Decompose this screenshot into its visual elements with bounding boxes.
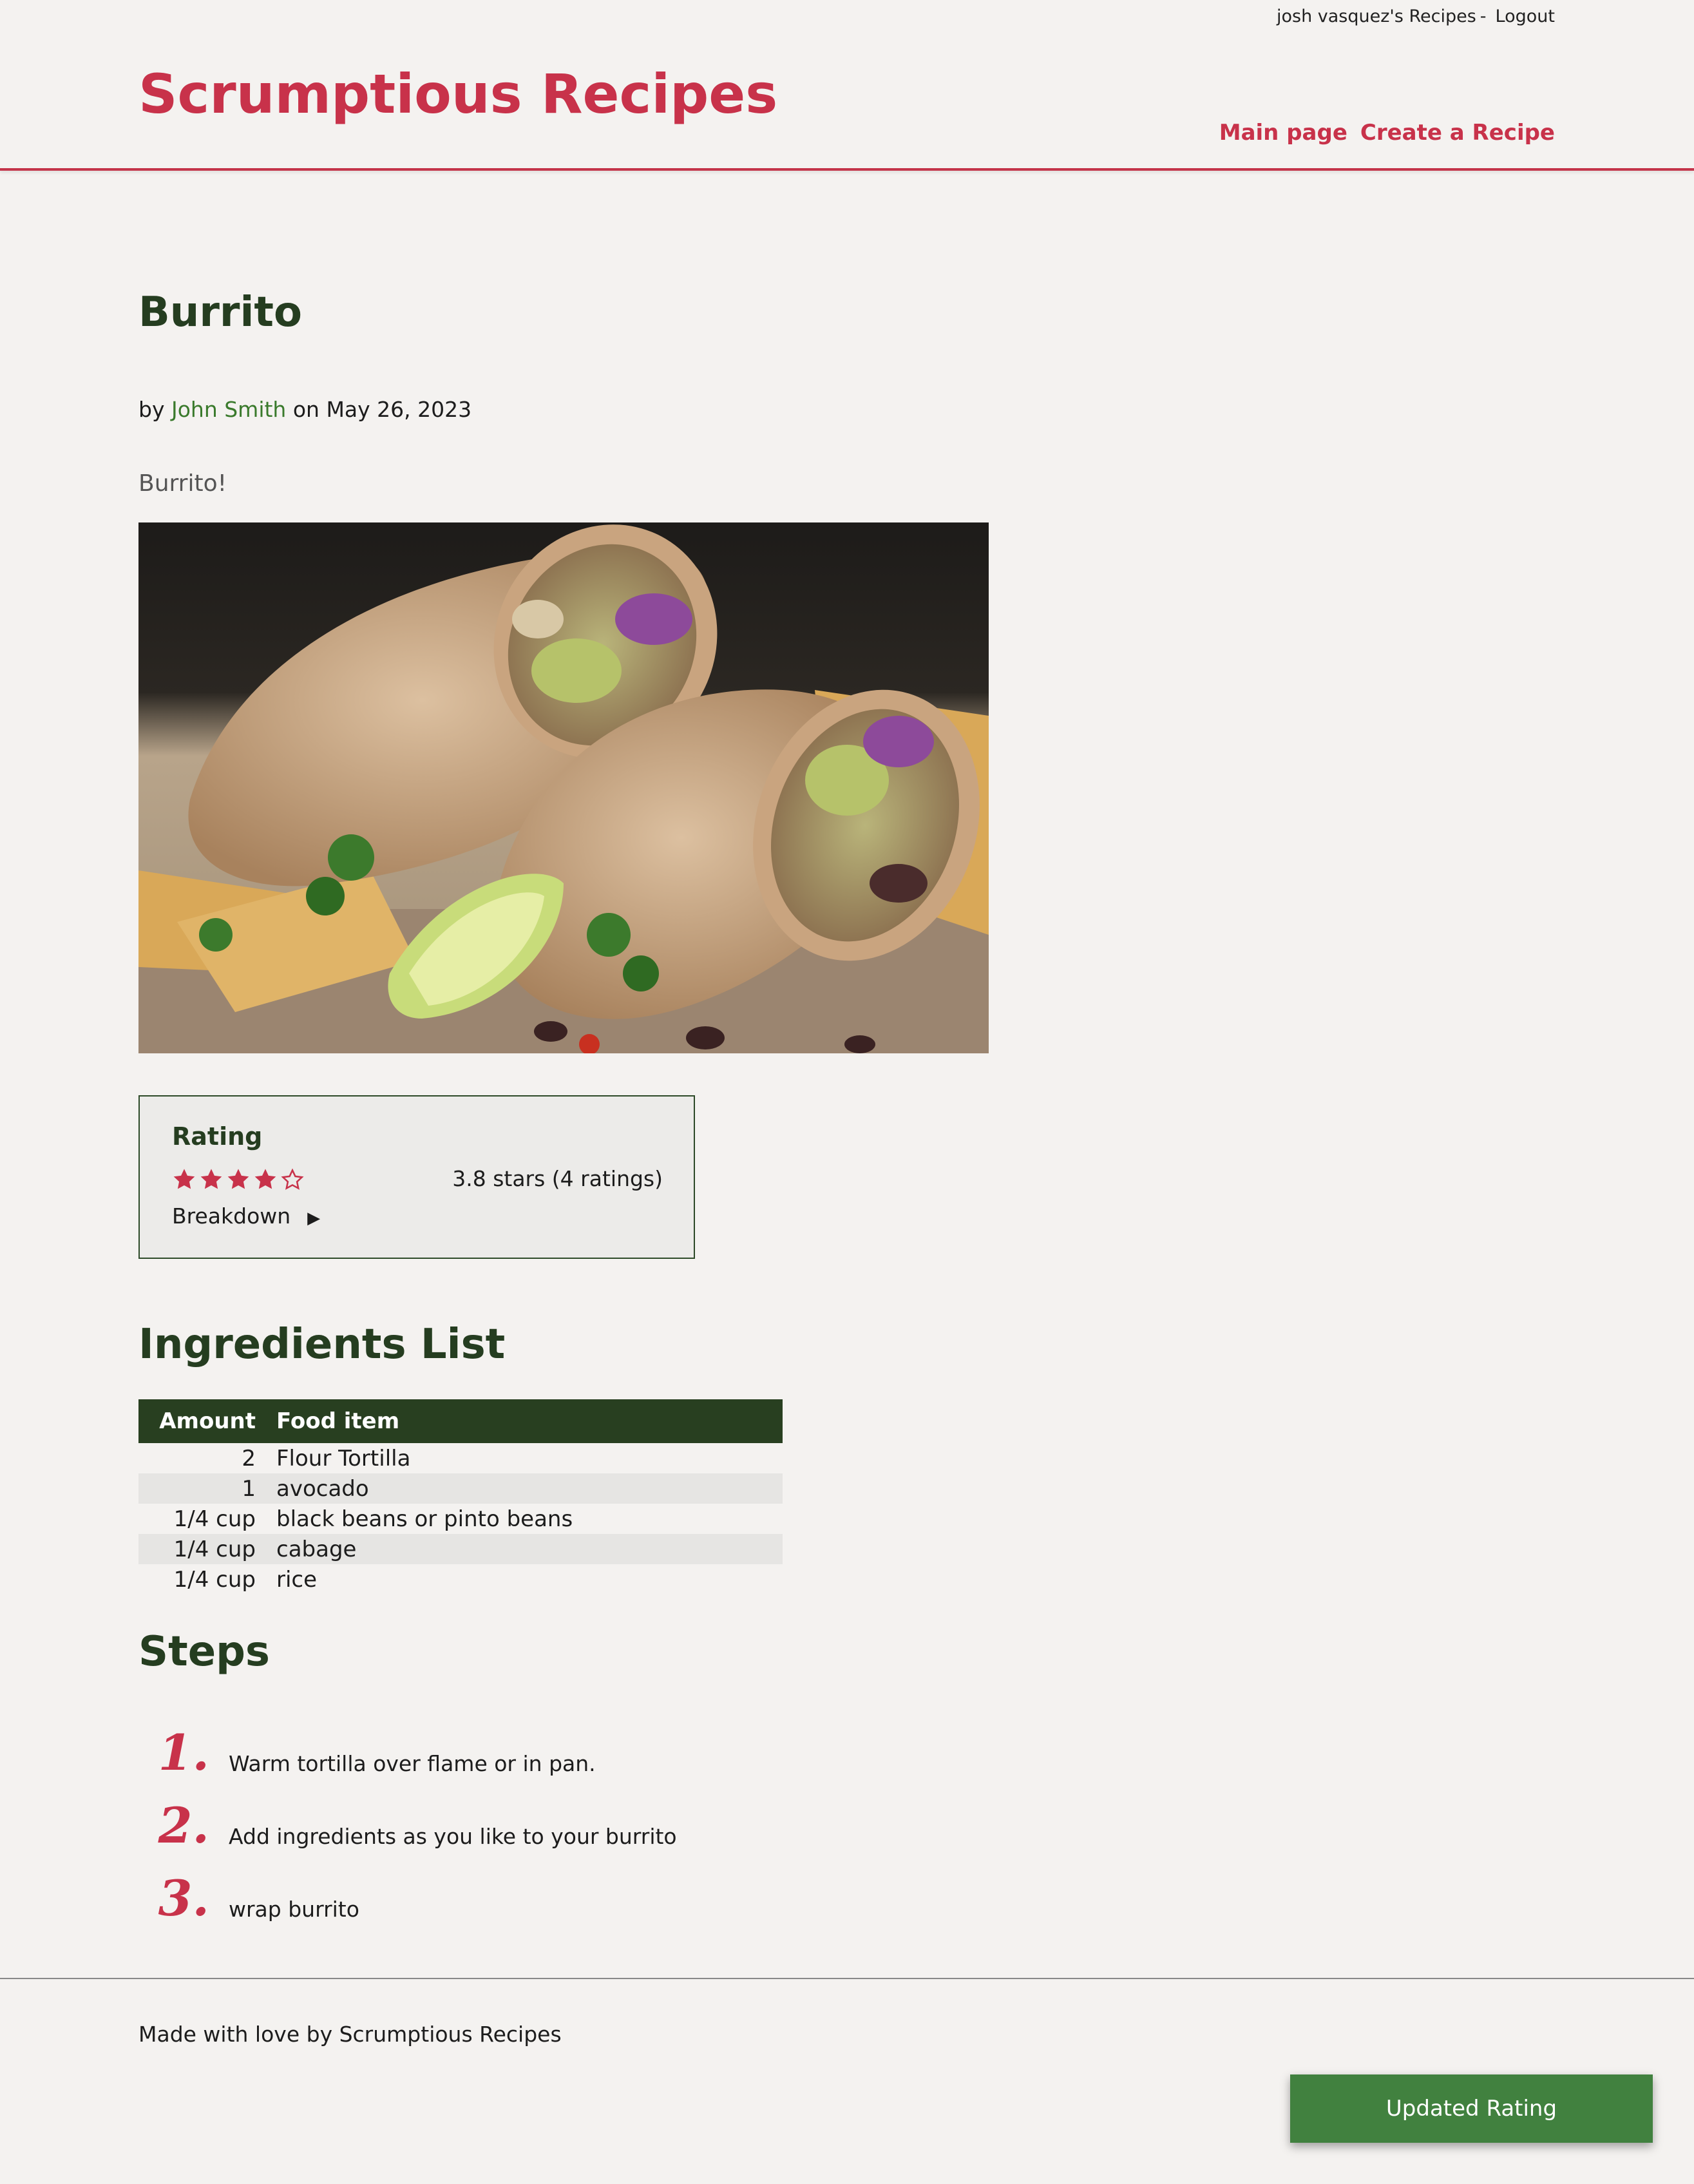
- step-text: wrap burrito: [229, 1897, 359, 1922]
- ingredient-amount: 1: [138, 1473, 276, 1504]
- rating-summary: 3.8 stars (4 ratings): [452, 1166, 663, 1191]
- table-row: 1/4 cup rice: [138, 1564, 783, 1595]
- recipe-description: Burrito!: [138, 470, 227, 497]
- column-header-food: Food item: [276, 1399, 783, 1443]
- ingredient-amount: 2: [242, 1445, 256, 1471]
- ingredient-name: avocado: [276, 1473, 783, 1504]
- star-filled-icon[interactable]: [172, 1167, 196, 1192]
- breakdown-label: Breakdown: [172, 1203, 291, 1229]
- ingredients-header-row: Amount Food item: [138, 1399, 783, 1443]
- recipe-byline: by John Smith on May 26, 2023: [138, 397, 471, 422]
- table-row: 2 Flour Tortilla: [138, 1443, 783, 1473]
- byline-by: by: [138, 397, 165, 422]
- author-link[interactable]: John Smith: [171, 397, 286, 422]
- star-filled-icon[interactable]: [226, 1167, 251, 1192]
- ingredient-amount: 1/4 cup: [173, 1506, 256, 1532]
- ingredient-name: Flour Tortilla: [276, 1445, 411, 1471]
- table-row: 1/4 cup cabage: [138, 1534, 783, 1564]
- ingredient-amount: 1/4 cup: [173, 1566, 256, 1593]
- nav-main-page[interactable]: Main page: [1219, 120, 1347, 146]
- site-header: Scrumptious Recipes Main page Create a Re…: [0, 0, 1694, 171]
- star-filled-icon[interactable]: [253, 1167, 278, 1192]
- star-empty-icon[interactable]: [280, 1167, 305, 1192]
- recipe-date: May 26, 2023: [326, 397, 472, 422]
- steps-heading: Steps: [138, 1628, 270, 1676]
- nav-create-recipe[interactable]: Create a Recipe: [1360, 120, 1555, 146]
- ingredients-heading: Ingredients List: [138, 1321, 506, 1368]
- updated-rating-toast[interactable]: Updated Rating: [1290, 2074, 1653, 2143]
- recipe-photo: [138, 522, 989, 1053]
- step-number: 1.: [158, 1724, 209, 1781]
- star-filled-icon[interactable]: [199, 1167, 224, 1192]
- step-number: 3.: [158, 1870, 209, 1927]
- step-number: 2.: [158, 1797, 209, 1854]
- rating-panel: Rating 3.8 stars (4 ratings) Breakdown ▶: [138, 1095, 695, 1259]
- byline-on: on: [292, 397, 319, 422]
- footer-text: Made with love by Scrumptious Recipes: [138, 2022, 562, 2047]
- expand-triangle-icon: ▶: [307, 1209, 321, 1228]
- burrito-illustration: [138, 524, 989, 1053]
- footer-divider: [0, 1978, 1694, 1979]
- ingredient-name: rice: [276, 1566, 318, 1593]
- star-rating[interactable]: [172, 1167, 305, 1192]
- breakdown-toggle[interactable]: Breakdown ▶: [172, 1203, 320, 1229]
- recipe-title: Burrito: [138, 289, 302, 336]
- main-nav: Main page Create a Recipe: [1206, 120, 1555, 146]
- column-header-amount: Amount: [138, 1399, 276, 1443]
- ingredients-table: Amount Food item 2 Flour Tortilla 1 avoc…: [138, 1399, 783, 1595]
- site-title[interactable]: Scrumptious Recipes: [138, 67, 777, 121]
- ingredient-name: cabage: [276, 1534, 783, 1564]
- table-row: 1 avocado: [138, 1473, 783, 1504]
- rating-heading: Rating: [172, 1122, 263, 1151]
- table-row: 1/4 cup black beans or pinto beans: [138, 1504, 783, 1534]
- step-text: Warm tortilla over flame or in pan.: [229, 1751, 596, 1776]
- step-text: Add ingredients as you like to your burr…: [229, 1824, 677, 1849]
- ingredient-name: black beans or pinto beans: [276, 1506, 573, 1532]
- ingredient-amount: 1/4 cup: [138, 1534, 276, 1564]
